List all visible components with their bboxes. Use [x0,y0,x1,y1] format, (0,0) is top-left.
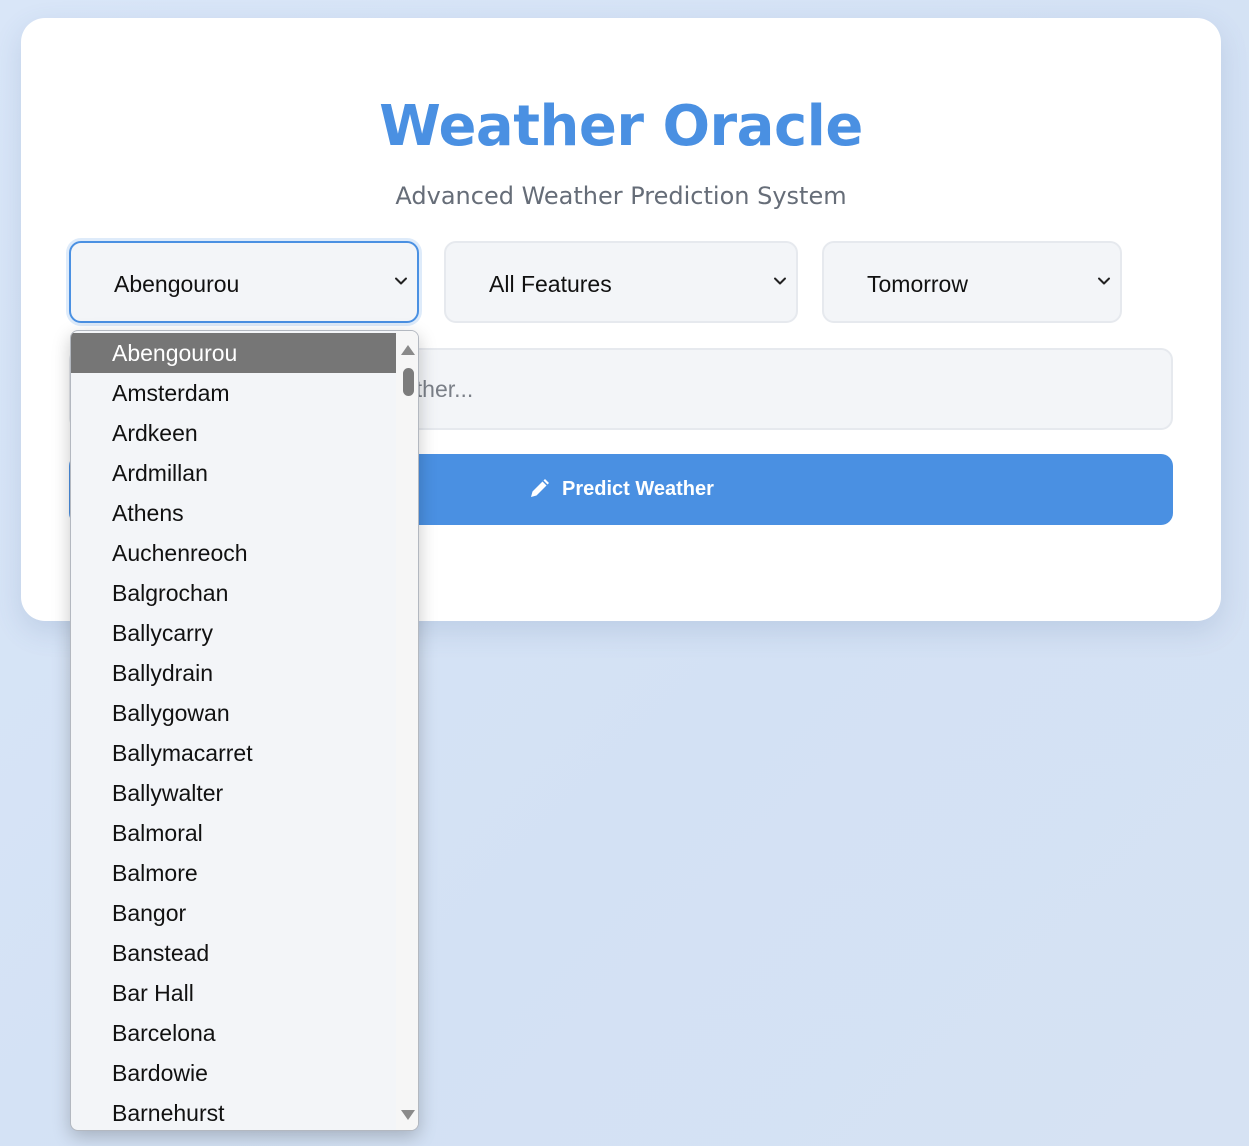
dropdown-option[interactable]: Balgrochan [71,573,396,613]
dropdown-scrollbar[interactable] [396,331,418,1130]
predict-button-label: Predict Weather [562,478,714,500]
dropdown-option[interactable]: Amsterdam [71,373,396,413]
dropdown-option[interactable]: Bardowie [71,1053,396,1093]
pencil-icon [531,479,549,497]
dropdown-option[interactable]: Barcelona [71,1013,396,1053]
dropdown-option[interactable]: Auchenreoch [71,533,396,573]
dropdown-option[interactable]: Ardmillan [71,453,396,493]
location-dropdown-list[interactable]: Abengourou Amsterdam Ardkeen Ardmillan Athen… [70,330,419,1131]
dropdown-option[interactable]: Banstead [71,933,396,973]
location-select[interactable]: Abengourou [69,241,419,323]
dropdown-option[interactable]: Ballywalter [71,773,396,813]
dropdown-option[interactable]: Barnehurst [71,1093,396,1130]
scrollbar-thumb[interactable] [403,368,414,396]
dropdown-option[interactable]: Abengourou [71,333,396,373]
dropdown-option[interactable]: Bar Hall [71,973,396,1013]
dropdown-options: Abengourou Amsterdam Ardkeen Ardmillan Athen… [71,333,396,1130]
dropdown-option[interactable]: Bangor [71,893,396,933]
page-subtitle: Advanced Weather Prediction System [395,182,847,210]
chevron-down-icon [395,277,407,285]
chevron-down-icon [1098,277,1110,285]
time-select[interactable]: Tomorrow [822,241,1122,323]
scroll-up-arrow-icon[interactable] [401,345,415,355]
dropdown-option[interactable]: Ballygowan [71,693,396,733]
dropdown-option[interactable]: Ardkeen [71,413,396,453]
chevron-down-icon [774,277,786,285]
location-select-value: Abengourou [114,271,240,297]
dropdown-option[interactable]: Ballycarry [71,613,396,653]
dropdown-option[interactable]: Ballymacarret [71,733,396,773]
time-select-value: Tomorrow [867,271,968,297]
dropdown-option[interactable]: Balmoral [71,813,396,853]
page-title: Weather Oracle [379,94,863,159]
dropdown-option[interactable]: Athens [71,493,396,533]
dropdown-option[interactable]: Balmore [71,853,396,893]
scroll-down-arrow-icon[interactable] [401,1110,415,1120]
feature-select[interactable]: All Features [444,241,798,323]
dropdown-option[interactable]: Ballydrain [71,653,396,693]
feature-select-value: All Features [489,271,612,297]
